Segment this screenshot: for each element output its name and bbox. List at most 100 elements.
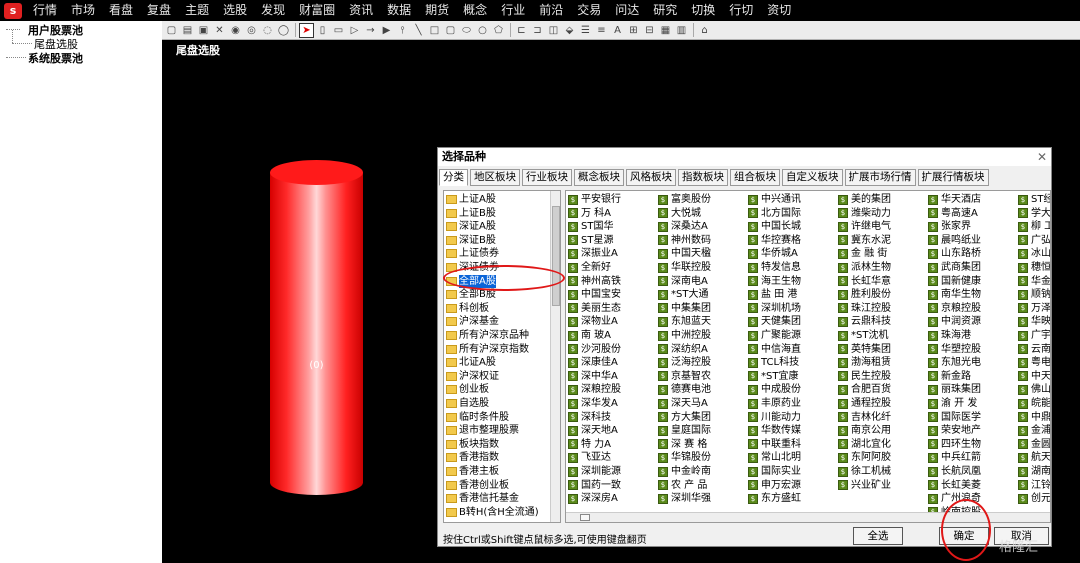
tab-5[interactable]: 指数板块 bbox=[678, 169, 728, 186]
menu-item-11[interactable]: 概念 bbox=[456, 0, 494, 21]
rounded-rect-icon[interactable]: ▢ bbox=[443, 23, 458, 38]
tab-7[interactable]: 自定义板块 bbox=[782, 169, 843, 186]
stock-item[interactable]: $ 华天酒店 bbox=[928, 193, 1014, 206]
stock-item[interactable]: $ 东阿阿胶 bbox=[838, 451, 924, 464]
category-item[interactable]: 退市整理股票 bbox=[446, 424, 519, 437]
stock-item[interactable]: $ST经纬 bbox=[1018, 193, 1050, 206]
stock-item[interactable]: $ 长虹美菱 bbox=[928, 479, 1014, 492]
arrow-head-icon[interactable]: ▶ bbox=[379, 23, 394, 38]
fill-icon[interactable]: ⬙ bbox=[562, 23, 577, 38]
category-item[interactable]: 上证债券 bbox=[446, 247, 499, 260]
stock-item[interactable]: $ 美丽生态 bbox=[568, 302, 654, 315]
stock-item[interactable]: $ 民生控股 bbox=[838, 370, 924, 383]
stock-item[interactable]: $ 云鼎科技 bbox=[838, 315, 924, 328]
category-item[interactable]: 上证B股 bbox=[446, 207, 496, 220]
stock-item[interactable]: $ 神州高铁 bbox=[568, 275, 654, 288]
line-icon[interactable]: ╲ bbox=[411, 23, 426, 38]
tab-0[interactable]: 分类 bbox=[439, 169, 468, 186]
menu-item-3[interactable]: 复盘 bbox=[140, 0, 178, 21]
stock-item[interactable]: $ 华联控股 bbox=[658, 261, 744, 274]
category-item[interactable]: 创业板 bbox=[446, 383, 489, 396]
stock-item[interactable]: $ 中成股份 bbox=[748, 383, 834, 396]
stock-item[interactable]: $ 深粮控股 bbox=[568, 383, 654, 396]
menu-item-8[interactable]: 资讯 bbox=[342, 0, 380, 21]
stop-icon[interactable]: ◌ bbox=[260, 23, 275, 38]
pointer-icon[interactable]: ➤ bbox=[299, 22, 314, 38]
stock-item[interactable]: $金浦钛业 bbox=[1018, 424, 1050, 437]
stock-item[interactable]: $佛山照明 bbox=[1018, 383, 1050, 396]
stock-item[interactable]: $ 珠海港 bbox=[928, 329, 1014, 342]
stock-item[interactable]: $云南铜业 bbox=[1018, 343, 1050, 356]
stock-item[interactable]: $ ST星源 bbox=[568, 234, 654, 247]
stock-item[interactable]: $ 派林生物 bbox=[838, 261, 924, 274]
menu-item-18[interactable]: 行切 bbox=[722, 0, 760, 21]
stock-item[interactable]: $ 深康佳A bbox=[568, 356, 654, 369]
stock-item[interactable]: $皖能电力 bbox=[1018, 397, 1050, 410]
category-item[interactable]: 香港创业板 bbox=[446, 479, 509, 492]
menu-item-7[interactable]: 财富圈 bbox=[292, 0, 342, 21]
stock-item[interactable]: $ 京粮控股 bbox=[928, 302, 1014, 315]
stock-item[interactable]: $ 沙河股份 bbox=[568, 343, 654, 356]
stock-item[interactable]: $冰山冷热 bbox=[1018, 247, 1050, 260]
category-item[interactable]: 自选股 bbox=[446, 397, 489, 410]
category-list[interactable]: 上证A股 上证B股 深证A股 深证B股 上证债券 深证债券 全部A股 全部B股 科创板 沪深基金所… bbox=[443, 190, 561, 523]
menu-item-1[interactable]: 市场 bbox=[64, 0, 102, 21]
group-icon[interactable]: ⊞ bbox=[626, 23, 641, 38]
category-item[interactable]: 深证B股 bbox=[446, 234, 496, 247]
stock-item[interactable]: $ 中兵红箭 bbox=[928, 451, 1014, 464]
stock-item[interactable]: $ 英特集团 bbox=[838, 343, 924, 356]
arrow-icon[interactable]: → bbox=[363, 23, 378, 38]
stock-item[interactable]: $ 金 融 街 bbox=[838, 247, 924, 260]
line-style-icon[interactable]: ☰ bbox=[578, 23, 593, 38]
stock-item[interactable]: $ 合肥百货 bbox=[838, 383, 924, 396]
stock-item[interactable]: $ 国新健康 bbox=[928, 275, 1014, 288]
record-icon[interactable]: ◯ bbox=[276, 23, 291, 38]
stock-item[interactable]: $ 皇庭国际 bbox=[658, 424, 744, 437]
menu-item-12[interactable]: 行业 bbox=[494, 0, 532, 21]
category-item[interactable]: 深证A股 bbox=[446, 220, 496, 233]
stock-item[interactable]: $ 荣安地产 bbox=[928, 424, 1014, 437]
menu-item-16[interactable]: 研究 bbox=[646, 0, 684, 21]
stock-item[interactable]: $ 南华生物 bbox=[928, 288, 1014, 301]
stock-item[interactable]: $ 深桑达A bbox=[658, 220, 744, 233]
building-icon[interactable]: ⌂ bbox=[697, 23, 712, 38]
stock-item[interactable]: $ 张家界 bbox=[928, 220, 1014, 233]
open-icon[interactable]: ▤ bbox=[180, 23, 195, 38]
stock-item[interactable]: $ 中国宝安 bbox=[568, 288, 654, 301]
stock-item[interactable]: $ 华侨城A bbox=[748, 247, 834, 260]
stock-item[interactable]: $中天金融 bbox=[1018, 370, 1050, 383]
stock-item[interactable]: $ 深振业A bbox=[568, 247, 654, 260]
stock-item[interactable]: $ 东方盛虹 bbox=[748, 492, 834, 505]
stock-item[interactable]: $ 华塑控股 bbox=[928, 343, 1014, 356]
chart-icon[interactable]: ▥ bbox=[674, 23, 689, 38]
menu-item-9[interactable]: 数据 bbox=[380, 0, 418, 21]
stock-item[interactable]: $粤电力A bbox=[1018, 356, 1050, 369]
stock-item[interactable]: $ 深天马A bbox=[658, 397, 744, 410]
stock-item[interactable]: $ 盐 田 港 bbox=[748, 288, 834, 301]
stock-item[interactable]: $ 深圳能源 bbox=[568, 465, 654, 478]
menu-item-10[interactable]: 期货 bbox=[418, 0, 456, 21]
stock-item[interactable]: $ 华锦股份 bbox=[658, 451, 744, 464]
stock-item[interactable]: $ 华数传媒 bbox=[748, 424, 834, 437]
stock-item[interactable]: $ 长航凤凰 bbox=[928, 465, 1014, 478]
text-icon[interactable]: ⫯ bbox=[395, 23, 410, 38]
stock-item[interactable]: $华映科技 bbox=[1018, 315, 1050, 328]
category-item[interactable]: 香港指数 bbox=[446, 451, 499, 464]
stock-item[interactable]: $ 粤高速A bbox=[928, 207, 1014, 220]
delete-icon[interactable]: ✕ bbox=[212, 23, 227, 38]
stock-item[interactable]: $ 兴业矿业 bbox=[838, 479, 924, 492]
app-logo[interactable]: s bbox=[0, 0, 26, 21]
stock-item[interactable]: $ 川能动力 bbox=[748, 411, 834, 424]
circle-icon[interactable]: ○ bbox=[475, 23, 490, 38]
stock-item[interactable]: $ 大悦城 bbox=[658, 207, 744, 220]
stock-item[interactable]: $ 美的集团 bbox=[838, 193, 924, 206]
stock-item[interactable]: $ 南 玻A bbox=[568, 329, 654, 342]
stock-item[interactable]: $ 飞亚达 bbox=[568, 451, 654, 464]
stock-item[interactable]: $ 胜利股份 bbox=[838, 288, 924, 301]
line-width-icon[interactable]: ≡ bbox=[594, 23, 609, 38]
category-item[interactable]: 所有沪深京品种 bbox=[446, 329, 529, 342]
stock-item[interactable]: $ 湖北宜化 bbox=[838, 438, 924, 451]
category-item[interactable]: 香港主板 bbox=[446, 465, 499, 478]
menu-item-19[interactable]: 资切 bbox=[760, 0, 798, 21]
stock-item[interactable]: $ 徐工机械 bbox=[838, 465, 924, 478]
